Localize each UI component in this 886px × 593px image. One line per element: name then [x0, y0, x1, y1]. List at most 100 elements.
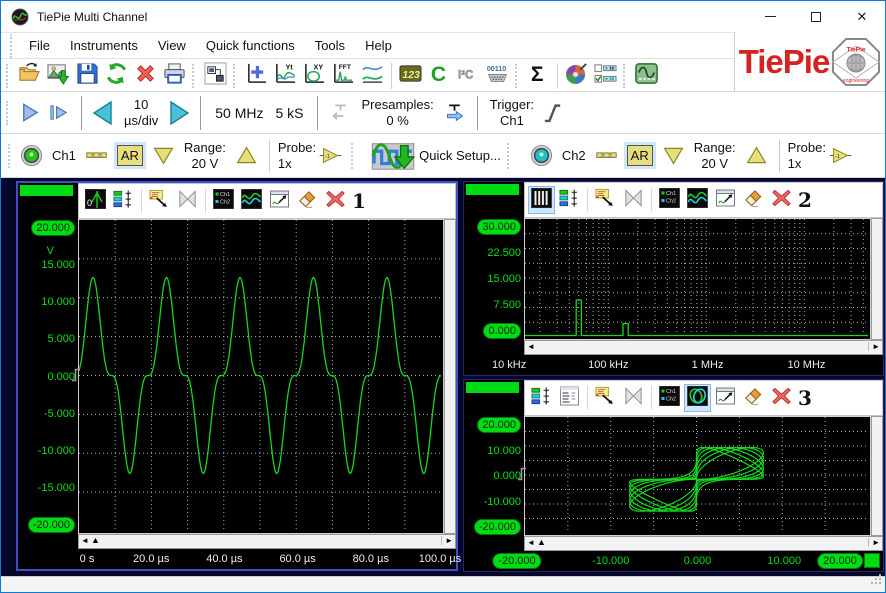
start-button[interactable]	[15, 98, 44, 127]
close-graph-button[interactable]	[768, 186, 795, 214]
panel2-horizontal-scrollbar[interactable]: ◄ ►	[524, 340, 883, 355]
export-image-button[interactable]	[44, 61, 73, 90]
popout-graph-button[interactable]	[712, 384, 739, 412]
close-graph-button[interactable]	[768, 384, 795, 412]
add-comment-button[interactable]	[146, 187, 173, 215]
menu-view[interactable]: View	[148, 34, 196, 57]
channel-axis-button[interactable]	[110, 187, 137, 215]
panel3-plot[interactable]	[524, 416, 871, 536]
timebase-slower-button[interactable]	[90, 100, 116, 126]
menu-tools[interactable]: Tools	[305, 34, 355, 57]
one-shot-button[interactable]	[44, 98, 73, 127]
menu-instruments[interactable]: Instruments	[60, 34, 148, 57]
quick-setup-button[interactable]: Quick Setup...	[371, 139, 501, 173]
scroll-left-icon[interactable]: ◄	[81, 536, 89, 545]
graph-panel-2[interactable]: Ch1Ch2 2 30.00022.50015.0007.5000.000 ◄ …	[463, 181, 884, 376]
add-meter-button[interactable]: 123	[396, 61, 425, 90]
ch2-enable-button[interactable]	[527, 141, 556, 170]
i2c-button[interactable]: I²C	[454, 61, 483, 90]
close-graph-button[interactable]	[322, 187, 349, 215]
serial-monitor-button[interactable]: 00110	[483, 61, 512, 90]
menu-quick-functions[interactable]: Quick functions	[196, 34, 305, 57]
presamples-decrease-button[interactable]	[326, 98, 355, 127]
panel1-horizontal-scrollbar[interactable]: ◄ ▲ ►	[78, 534, 456, 549]
trace-colors-button[interactable]	[238, 187, 265, 215]
panel3-y-axis[interactable]: 20.00010.0000.000-10.000-20.000	[464, 416, 524, 536]
colors-button[interactable]	[562, 61, 591, 90]
refresh-button[interactable]	[102, 61, 131, 90]
menu-file[interactable]: File	[19, 34, 60, 57]
graph-panel-3[interactable]: Ch1Ch2 3 20.00010.0000.000-10.000-20.000…	[463, 379, 884, 572]
timebase-faster-button[interactable]	[166, 100, 192, 126]
trigger-slope-button[interactable]	[538, 98, 567, 127]
panel2-plot[interactable]	[524, 218, 871, 340]
counter-button[interactable]: C	[425, 61, 454, 90]
clear-graph-button[interactable]	[740, 186, 767, 214]
generator-button[interactable]	[632, 61, 661, 90]
toolbar-grip[interactable]	[515, 64, 519, 88]
toolbar-grip[interactable]	[351, 143, 365, 169]
trigger-position-icon[interactable]: ▲	[91, 535, 100, 545]
combine-graphs-button[interactable]	[620, 384, 647, 412]
clear-graph-button[interactable]	[740, 384, 767, 412]
ch1-autorange-button[interactable]: AR	[117, 145, 143, 166]
trigger-level-icon[interactable]	[71, 367, 81, 387]
resize-grip[interactable]	[871, 573, 883, 591]
panel1-vertical-scrollbar[interactable]	[444, 219, 456, 534]
toolbar-grip[interactable]	[6, 64, 10, 88]
trace-colors-button[interactable]	[684, 186, 711, 214]
maximize-button[interactable]	[793, 1, 839, 32]
ch1-range-up-button[interactable]	[232, 141, 261, 170]
ch1-coupling-button[interactable]	[82, 141, 111, 170]
combine-graphs-button[interactable]	[620, 186, 647, 214]
scroll-right-icon[interactable]: ►	[868, 538, 880, 547]
presamples-increase-button[interactable]	[440, 98, 469, 127]
ch1-range-down-button[interactable]	[149, 141, 178, 170]
ch2-probe-button[interactable]: -1	[826, 141, 855, 170]
combine-graphs-button[interactable]	[174, 187, 201, 215]
save-button[interactable]	[73, 61, 102, 90]
toolbar-grip[interactable]	[507, 143, 521, 169]
panel3-vertical-scrollbar[interactable]	[871, 416, 883, 536]
add-comment-button[interactable]	[592, 186, 619, 214]
value-table-button[interactable]	[556, 384, 583, 412]
toolbar-grip[interactable]	[233, 64, 237, 88]
add-xy-graph-button[interactable]: XY	[300, 61, 329, 90]
offset-marker-button[interactable]: 0	[82, 187, 109, 215]
add-graph-button[interactable]	[242, 61, 271, 90]
legend-button[interactable]: Ch1Ch2	[656, 384, 683, 412]
channel-axis-button[interactable]	[556, 186, 583, 214]
add-line-graph-button[interactable]	[358, 61, 387, 90]
panel3-x-axis[interactable]: -20.000-10.0000.00010.00020.000	[464, 551, 883, 571]
popout-graph-button[interactable]	[712, 186, 739, 214]
menubar-grip[interactable]	[10, 34, 14, 58]
add-fft-graph-button[interactable]: FFT	[329, 61, 358, 90]
trigger-position-icon[interactable]: ▲	[537, 537, 546, 547]
print-button[interactable]	[160, 61, 189, 90]
spectrum-mode-button[interactable]	[528, 186, 555, 214]
scroll-right-icon[interactable]: ►	[868, 342, 880, 351]
panel1-y-axis[interactable]: 20.00015.00010.0005.0000.000-5.000-10.00…	[18, 219, 78, 534]
panel2-y-axis[interactable]: 30.00022.50015.0007.5000.000	[464, 218, 524, 340]
close-button[interactable]: ✕	[839, 1, 885, 32]
toolbar-grip[interactable]	[8, 144, 12, 168]
toolbar-grip[interactable]	[192, 64, 196, 88]
delete-button[interactable]	[131, 61, 160, 90]
open-button[interactable]	[15, 61, 44, 90]
clear-graph-button[interactable]	[294, 187, 321, 215]
title-bar[interactable]: TiePie Multi Channel ✕	[1, 1, 885, 32]
toolbar-grip[interactable]	[623, 64, 627, 88]
panel1-plot[interactable]	[78, 219, 444, 534]
panel3-horizontal-scrollbar[interactable]: ◄ ▲ ►	[524, 536, 883, 551]
scroll-left-icon[interactable]: ◄	[527, 342, 535, 351]
menu-help[interactable]: Help	[355, 34, 402, 57]
add-comment-button[interactable]	[592, 384, 619, 412]
run-settings-button[interactable]	[591, 61, 620, 90]
scroll-right-icon[interactable]: ►	[441, 536, 453, 545]
toolbar-grip[interactable]	[6, 101, 10, 125]
ch2-coupling-button[interactable]	[592, 141, 621, 170]
legend-button[interactable]: Ch1Ch2	[210, 187, 237, 215]
graph-panel-1[interactable]: 0 Ch1Ch2 1 20.00015.00010.0005.0000.000-…	[16, 181, 458, 571]
trigger-level-icon[interactable]	[517, 466, 527, 486]
popout-graph-button[interactable]	[266, 187, 293, 215]
